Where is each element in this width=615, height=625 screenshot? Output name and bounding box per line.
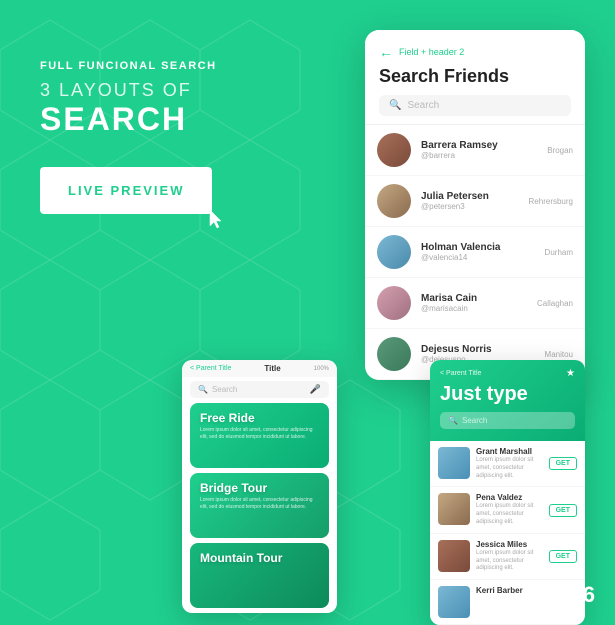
contact-name: Dejesus Norris [421, 344, 535, 355]
contact-name: Marisa Cain [421, 293, 527, 304]
result-info: Pena Valdez Lorem ipsum dolor sit amet, … [476, 493, 543, 526]
card-item[interactable]: Mountain Tour [190, 543, 329, 608]
just-type-search-bar[interactable]: 🔍 Search [440, 412, 575, 429]
result-item[interactable]: Jessica Miles Lorem ipsum dolor sit amet… [430, 534, 585, 580]
contact-avatar [377, 184, 411, 218]
search-icon: 🔍 [389, 100, 401, 111]
result-desc: Lorem ipsum dolor sit amet, consectetur … [476, 457, 543, 480]
parent-title-right: < Parent Title [440, 370, 481, 377]
search-main-label: SEARCH [40, 102, 260, 137]
layouts-label: 3 LAYOUTS OF [40, 80, 260, 102]
result-item[interactable]: Grant Marshall Lorem ipsum dolor sit ame… [430, 441, 585, 487]
result-info: Grant Marshall Lorem ipsum dolor sit ame… [476, 447, 543, 480]
subtitle: FULL FUNCIONAL SEARCH [40, 60, 260, 72]
contact-avatar [377, 337, 411, 371]
result-info: Jessica Miles Lorem ipsum dolor sit amet… [476, 540, 543, 573]
phone-title-center: Title [264, 364, 280, 373]
contact-handle: @petersen3 [421, 202, 519, 211]
contact-avatar [377, 133, 411, 167]
page-number: 16 [571, 582, 595, 608]
contact-info: Holman Valencia @valencia14 [421, 242, 535, 262]
get-button[interactable]: GET [549, 550, 577, 563]
search-icon-small: 🔍 [198, 385, 208, 394]
card-item[interactable]: Bridge Tour Lorem ipsum dolor sit amet, … [190, 473, 329, 538]
parent-title-left: < Parent Title [190, 365, 231, 372]
results-list: Grant Marshall Lorem ipsum dolor sit ame… [430, 441, 585, 625]
result-item[interactable]: Kerri Barber [430, 580, 585, 625]
search-friends-phone: ← Field + header 2 Search Friends 🔍 Sear… [365, 30, 585, 380]
just-type-header: < Parent Title ★ Just type 🔍 Search [430, 360, 585, 441]
contact-item[interactable]: Holman Valencia @valencia14 Durham [365, 227, 585, 278]
back-row: ← Field + header 2 [379, 44, 571, 60]
contact-location: Manitou [545, 350, 573, 359]
contact-list: Barrera Ramsey @barrera Brogan Julia Pet… [365, 125, 585, 380]
contact-info: Marisa Cain @marisacain [421, 293, 527, 313]
contact-location: Durham [545, 248, 573, 257]
header-top-row: < Parent Title ★ [440, 368, 575, 379]
result-avatar [438, 493, 470, 525]
just-type-title: Just type [440, 383, 575, 406]
search-bar[interactable]: 🔍 Search [379, 95, 571, 116]
result-avatar [438, 540, 470, 572]
result-desc: Lorem ipsum dolor sit amet, consectetur … [476, 503, 543, 526]
contact-location: Rehrersburg [529, 197, 573, 206]
result-name: Kerri Barber [476, 586, 577, 595]
result-name: Jessica Miles [476, 540, 543, 549]
search-placeholder-white: Search [462, 416, 487, 425]
star-icon: ★ [566, 368, 575, 379]
field-header-label: Field + header 2 [399, 47, 464, 57]
contact-name: Julia Petersen [421, 191, 519, 202]
card-title: Mountain Tour [200, 551, 319, 565]
search-placeholder: Search [407, 100, 439, 111]
battery-status: 100% [314, 366, 329, 372]
contact-avatar [377, 286, 411, 320]
contact-item[interactable]: Marisa Cain @marisacain Callaghan [365, 278, 585, 329]
contact-info: Barrera Ramsey @barrera [421, 140, 537, 160]
contact-name: Barrera Ramsey [421, 140, 537, 151]
card-content: Free Ride Lorem ipsum dolor sit amet, co… [190, 403, 329, 449]
card-text: Lorem ipsum dolor sit amet, consectetur … [200, 427, 319, 441]
result-avatar [438, 447, 470, 479]
result-item[interactable]: Pena Valdez Lorem ipsum dolor sit amet, … [430, 487, 585, 533]
contact-name: Holman Valencia [421, 242, 535, 253]
left-content: FULL FUNCIONAL SEARCH 3 LAYOUTS OF SEARC… [40, 60, 260, 214]
contact-item[interactable]: Barrera Ramsey @barrera Brogan [365, 125, 585, 176]
card-content: Mountain Tour [190, 543, 329, 573]
get-button[interactable]: GET [549, 504, 577, 517]
back-arrow-icon[interactable]: ← [379, 44, 393, 60]
just-type-phone: < Parent Title ★ Just type 🔍 Search Gran… [430, 360, 585, 625]
contact-info: Julia Petersen @petersen3 [421, 191, 519, 211]
result-avatar [438, 586, 470, 618]
get-button[interactable]: GET [549, 457, 577, 470]
live-preview-button[interactable]: LIVE PREVIEW [40, 167, 212, 214]
contact-location: Callaghan [537, 299, 573, 308]
result-desc: Lorem ipsum dolor sit amet, consectetur … [476, 550, 543, 573]
card-title: Free Ride [200, 411, 319, 425]
phone-top-bar: < Parent Title Title 100% [182, 360, 337, 377]
search-icon-white: 🔍 [448, 416, 458, 425]
contact-item[interactable]: Julia Petersen @petersen3 Rehrersburg [365, 176, 585, 227]
search-friends-title: Search Friends [379, 66, 571, 87]
card-text: Lorem ipsum dolor sit amet, consectetur … [200, 497, 319, 511]
mic-icon: 🎤 [310, 384, 321, 395]
contact-handle: @valencia14 [421, 253, 535, 262]
result-name: Pena Valdez [476, 493, 543, 502]
result-info: Kerri Barber [476, 586, 577, 596]
cursor-icon [208, 208, 228, 232]
phone-header: ← Field + header 2 Search Friends 🔍 Sear… [365, 30, 585, 125]
search-text: Search [212, 385, 237, 394]
contact-location: Brogan [547, 146, 573, 155]
card-title: Bridge Tour [200, 481, 319, 495]
card-content: Bridge Tour Lorem ipsum dolor sit amet, … [190, 473, 329, 519]
result-name: Grant Marshall [476, 447, 543, 456]
card-item[interactable]: Free Ride Lorem ipsum dolor sit amet, co… [190, 403, 329, 468]
contact-handle: @marisacain [421, 304, 527, 313]
contact-handle: @barrera [421, 151, 537, 160]
free-ride-phone: < Parent Title Title 100% 🔍 Search 🎤 Fre… [182, 360, 337, 613]
phone-search-bar[interactable]: 🔍 Search 🎤 [190, 381, 329, 398]
cards-container: Free Ride Lorem ipsum dolor sit amet, co… [182, 403, 337, 608]
contact-avatar [377, 235, 411, 269]
